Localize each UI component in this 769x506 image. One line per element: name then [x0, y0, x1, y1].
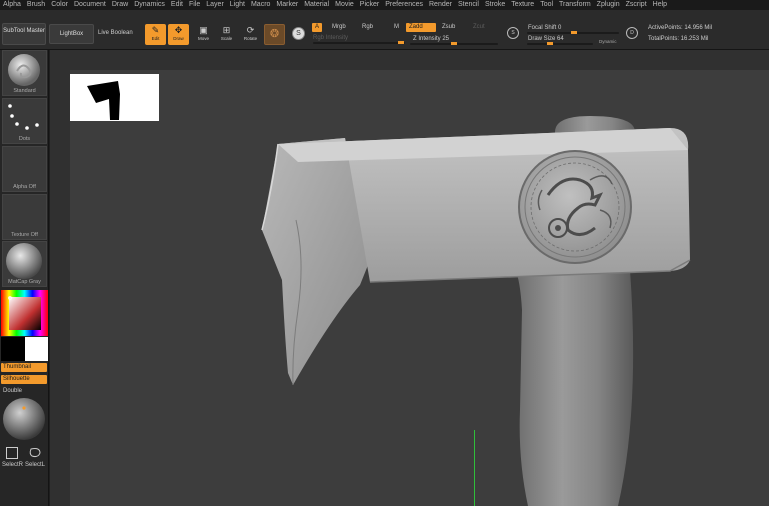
alpha-label: Alpha Off: [13, 184, 36, 190]
top-toolbar: SubTool Master LightBox Live Boolean ✎ Ed…: [0, 10, 769, 50]
menu-item-color[interactable]: Color: [51, 0, 68, 10]
stroke-selector[interactable]: Dots: [2, 98, 47, 144]
draw-icon: ✥: [174, 25, 183, 35]
draw-button[interactable]: ✥ Draw: [168, 24, 189, 45]
menu-item-zscript[interactable]: Zscript: [626, 0, 647, 10]
menu-item-marker[interactable]: Marker: [276, 0, 298, 10]
focal-shift-knob[interactable]: [571, 31, 577, 34]
brush-icon: ❂: [269, 28, 280, 40]
silhouette-toggle[interactable]: Silhouette: [1, 375, 47, 384]
subtool-master-button[interactable]: SubTool Master: [2, 23, 46, 45]
y-axis-line: [474, 430, 475, 506]
menu-item-alpha[interactable]: Alpha: [3, 0, 21, 10]
brush-label: Standard: [13, 88, 36, 94]
lazy-mouse-icon[interactable]: S: [507, 27, 519, 39]
stroke-label: Dots: [18, 136, 31, 142]
edit-icon: ✎: [151, 25, 160, 35]
material-label: MatCap Gray: [8, 279, 41, 285]
brush-preview-button[interactable]: ❂: [264, 24, 285, 45]
menu-item-edit[interactable]: Edit: [171, 0, 183, 10]
dynamic-mesh-icon[interactable]: D: [626, 27, 638, 39]
menu-item-brush[interactable]: Brush: [27, 0, 45, 10]
zcut-toggle[interactable]: Zcut: [470, 23, 488, 32]
select-rect-icon[interactable]: [6, 447, 18, 459]
menu-item-material[interactable]: Material: [304, 0, 329, 10]
m-toggle[interactable]: M: [391, 23, 402, 32]
rotate-icon: ⟳: [246, 25, 255, 35]
menu-item-render[interactable]: Render: [429, 0, 452, 10]
menu-item-file[interactable]: File: [189, 0, 200, 10]
thumbnail-toggle[interactable]: Thumbnail: [1, 363, 47, 372]
select-lasso-label: SelectL: [25, 462, 46, 468]
axe-silhouette-icon: [87, 81, 120, 120]
menu-item-texture[interactable]: Texture: [511, 0, 534, 10]
a-toggle[interactable]: A: [312, 23, 323, 32]
menu-item-tool[interactable]: Tool: [540, 0, 553, 10]
total-points: TotalPoints: 16.253 Mil: [648, 36, 709, 42]
dynamic-toggle[interactable]: Dynamic: [599, 38, 617, 46]
z-intensity-label: Z Intensity 25: [413, 36, 450, 42]
material-sphere-icon[interactable]: S: [292, 27, 305, 40]
active-points: ActivePoints: 14.956 Mil: [648, 25, 713, 31]
move-button[interactable]: ▣ Move: [193, 24, 214, 45]
menu-item-picker[interactable]: Picker: [360, 0, 379, 10]
menu-item-draw[interactable]: Draw: [112, 0, 128, 10]
dots-stroke-icon: [8, 104, 39, 130]
left-tray: Standard Dots Alpha Off Texture Off MatC…: [0, 50, 49, 506]
menu-item-movie[interactable]: Movie: [335, 0, 354, 10]
texture-label: Texture Off: [11, 232, 38, 238]
alpha-selector[interactable]: Alpha Off: [2, 146, 47, 192]
focal-shift-label: Focal Shift 0: [528, 25, 562, 31]
zsub-toggle[interactable]: Zsub: [439, 23, 458, 32]
zadd-toggle[interactable]: Zadd: [406, 23, 436, 32]
menu-item-zplugin[interactable]: Zplugin: [597, 0, 620, 10]
live-boolean-button[interactable]: Live Boolean: [98, 24, 133, 42]
draw-size-slider[interactable]: [527, 43, 593, 45]
edit-button[interactable]: ✎ Edit: [145, 24, 166, 45]
move-icon: ▣: [199, 25, 208, 35]
menu-item-light[interactable]: Light: [230, 0, 245, 10]
color-picker[interactable]: [1, 290, 48, 362]
menu-item-macro[interactable]: Macro: [251, 0, 270, 10]
menu-item-stencil[interactable]: Stencil: [458, 0, 479, 10]
menu-item-help[interactable]: Help: [653, 0, 667, 10]
standard-brush-icon: [8, 54, 40, 86]
axe-model[interactable]: [250, 110, 700, 506]
lightbox-button[interactable]: LightBox: [49, 24, 94, 44]
select-rect-label: SelectR: [2, 462, 24, 468]
double-toggle[interactable]: Double: [3, 387, 22, 395]
menu-item-layer[interactable]: Layer: [206, 0, 224, 10]
material-selector[interactable]: MatCap Gray: [2, 241, 47, 287]
menu-item-dynamics[interactable]: Dynamics: [134, 0, 165, 10]
draw-size-knob[interactable]: [547, 42, 553, 45]
z-intensity-knob[interactable]: [451, 42, 457, 45]
matcap-sphere-icon: [6, 243, 42, 279]
thumbnail-sphere: [3, 398, 45, 440]
texture-selector[interactable]: Texture Off: [2, 194, 47, 240]
rotate-button[interactable]: ⟳ Rotate: [240, 24, 261, 45]
rgb-intensity-slider[interactable]: [313, 42, 405, 44]
menu-item-transform[interactable]: Transform: [559, 0, 591, 10]
menu-item-stroke[interactable]: Stroke: [485, 0, 505, 10]
menu-item-preferences[interactable]: Preferences: [385, 0, 423, 10]
rgb-toggle[interactable]: Rgb: [359, 23, 376, 32]
draw-size-label: Draw Size 64: [528, 36, 564, 42]
menu-item-document[interactable]: Document: [74, 0, 106, 10]
scale-icon: ⊞: [222, 25, 231, 35]
scale-button[interactable]: ⊞ Scale: [216, 24, 237, 45]
brush-selector[interactable]: Standard: [2, 50, 47, 96]
rgb-intensity-knob[interactable]: [398, 41, 404, 44]
rgb-intensity-label: Rgb Intensity: [313, 35, 349, 41]
select-lasso-icon[interactable]: [28, 446, 42, 460]
menu-bar: Alpha Brush Color Document Draw Dynamics Edit F…: [0, 0, 769, 10]
alpha-preview: [70, 74, 159, 121]
mrgb-toggle[interactable]: Mrgb: [329, 23, 349, 32]
